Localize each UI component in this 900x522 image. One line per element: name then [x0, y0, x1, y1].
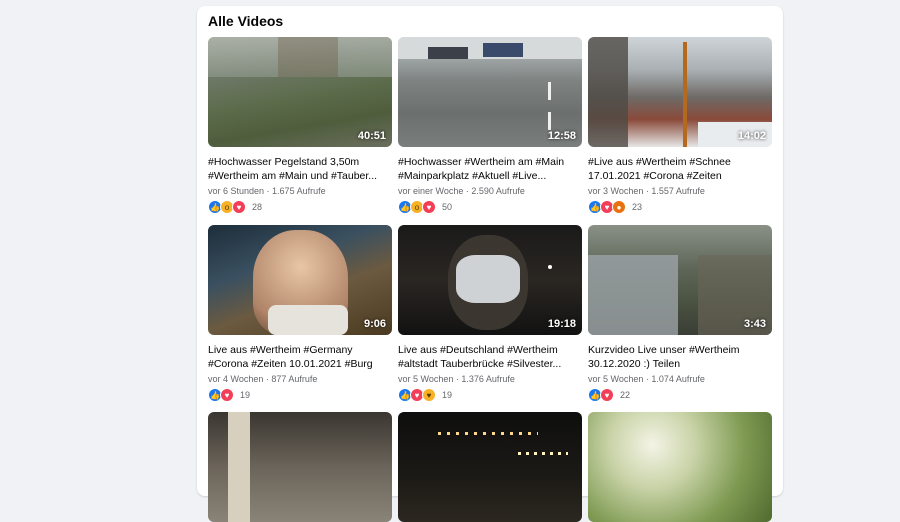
section-title: Alle Videos — [208, 13, 284, 29]
video-card[interactable] — [208, 412, 392, 522]
love-icon: ♥ — [232, 200, 246, 214]
reaction-summary[interactable]: 👍 ♥ ♥ 19 — [398, 388, 582, 402]
video-title[interactable]: Live aus #Deutschland #Wertheim #altstad… — [398, 343, 582, 371]
video-age: vor einer Woche — [398, 186, 464, 196]
video-age: vor 6 Stunden — [208, 186, 265, 196]
reaction-count: 22 — [620, 390, 631, 400]
reaction-count: 23 — [632, 202, 643, 212]
reaction-count: 28 — [252, 202, 263, 212]
video-meta: vor 5 Wochen · 1.074 Aufrufe — [588, 374, 705, 384]
video-thumbnail[interactable]: 9:06 — [208, 225, 392, 335]
video-duration: 19:18 — [547, 318, 576, 330]
video-age: vor 3 Wochen — [588, 186, 644, 196]
love-icon: ♥ — [220, 388, 234, 402]
video-card[interactable] — [588, 412, 772, 522]
video-duration: 3:43 — [743, 318, 766, 330]
reaction-summary[interactable]: 👍 o ♥ 28 — [208, 200, 392, 214]
video-thumbnail[interactable]: 40:51 — [208, 37, 392, 147]
video-title[interactable]: #Live aus #Wertheim #Schnee 17.01.2021 #… — [588, 155, 772, 183]
reaction-count: 50 — [442, 202, 453, 212]
video-title[interactable]: Live aus #Wertheim #Germany #Corona #Zei… — [208, 343, 392, 371]
video-thumbnail[interactable] — [208, 412, 392, 522]
video-thumbnail[interactable] — [398, 412, 582, 522]
video-views: 1.675 Aufrufe — [272, 186, 326, 196]
video-card[interactable]: 3:43 Kurzvideo Live unser #Wertheim 30.1… — [588, 225, 772, 402]
video-meta: vor 3 Wochen · 1.557 Aufrufe — [588, 186, 705, 196]
love-icon: ♥ — [422, 200, 436, 214]
video-card[interactable]: 40:51 #Hochwasser Pegelstand 3,50m #Wert… — [208, 37, 392, 214]
video-duration: 40:51 — [357, 130, 386, 142]
video-views: 2.590 Aufrufe — [471, 186, 525, 196]
reaction-count: 19 — [442, 390, 453, 400]
angry-icon: ● — [612, 200, 626, 214]
video-views: 1.557 Aufrufe — [651, 186, 705, 196]
all-videos-panel: Alle Videos 40:51 #Hochwasser Pegelstand… — [197, 6, 783, 522]
video-duration: 12:58 — [547, 130, 576, 142]
video-meta: vor 5 Wochen · 1.376 Aufrufe — [398, 374, 515, 384]
video-thumbnail[interactable]: 14:02 — [588, 37, 772, 147]
reaction-count: 19 — [240, 390, 251, 400]
video-age: vor 5 Wochen — [588, 374, 644, 384]
love-icon: ♥ — [600, 388, 614, 402]
video-card[interactable]: 19:18 Live aus #Deutschland #Wertheim #a… — [398, 225, 582, 402]
video-age: vor 4 Wochen — [208, 374, 264, 384]
video-thumbnail[interactable]: 12:58 — [398, 37, 582, 147]
video-views: 1.074 Aufrufe — [651, 374, 705, 384]
video-duration: 14:02 — [737, 130, 766, 142]
video-title[interactable]: #Hochwasser #Wertheim am #Main #Mainpark… — [398, 155, 582, 183]
care-icon: ♥ — [422, 388, 436, 402]
video-views: 877 Aufrufe — [271, 374, 318, 384]
video-thumbnail[interactable]: 19:18 — [398, 225, 582, 335]
video-views: 1.376 Aufrufe — [461, 374, 515, 384]
video-meta: vor einer Woche · 2.590 Aufrufe — [398, 186, 525, 196]
reaction-summary[interactable]: 👍 o ♥ 50 — [398, 200, 582, 214]
video-card[interactable]: 12:58 #Hochwasser #Wertheim am #Main #Ma… — [398, 37, 582, 214]
video-meta: vor 6 Stunden · 1.675 Aufrufe — [208, 186, 326, 196]
video-title[interactable]: #Hochwasser Pegelstand 3,50m #Wertheim a… — [208, 155, 392, 183]
video-card[interactable]: 14:02 #Live aus #Wertheim #Schnee 17.01.… — [588, 37, 772, 214]
reaction-summary[interactable]: 👍 ♥ ● 23 — [588, 200, 772, 214]
video-duration: 9:06 — [363, 318, 386, 330]
video-thumbnail[interactable] — [588, 412, 772, 522]
video-card[interactable]: 9:06 Live aus #Wertheim #Germany #Corona… — [208, 225, 392, 402]
reaction-summary[interactable]: 👍 ♥ 22 — [588, 388, 772, 402]
video-meta: vor 4 Wochen · 877 Aufrufe — [208, 374, 318, 384]
reaction-summary[interactable]: 👍 ♥ 19 — [208, 388, 392, 402]
video-age: vor 5 Wochen — [398, 374, 454, 384]
video-card[interactable] — [398, 412, 582, 522]
video-thumbnail[interactable]: 3:43 — [588, 225, 772, 335]
video-title[interactable]: Kurzvideo Live unser #Wertheim 30.12.202… — [588, 343, 772, 371]
